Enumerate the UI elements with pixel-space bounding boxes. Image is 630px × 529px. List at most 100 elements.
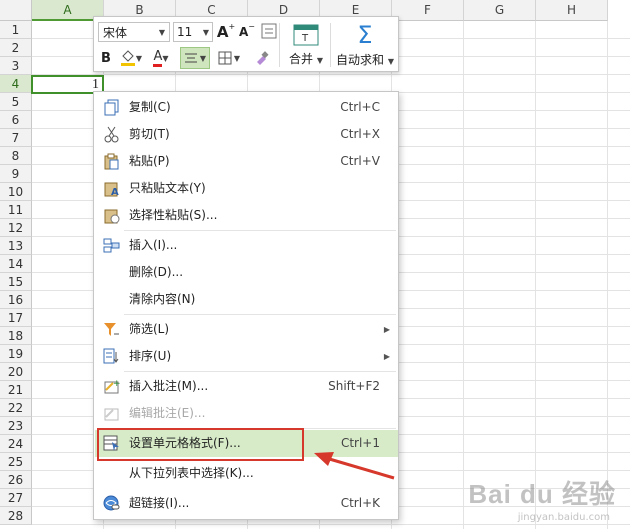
font-size-select[interactable]: 11 ▼: [173, 22, 213, 42]
menu-item-label: 插入批注(M)...: [129, 379, 209, 393]
row-header-22[interactable]: 22: [0, 399, 32, 417]
svg-text:A: A: [111, 187, 119, 197]
paste-icon: [103, 153, 120, 170]
column-header-f[interactable]: F: [392, 0, 464, 21]
row-header-13[interactable]: 13: [0, 237, 32, 255]
menu-item-paste-text-only[interactable]: A 只粘贴文本(Y): [95, 175, 398, 202]
row-header-18[interactable]: 18: [0, 327, 32, 345]
row-header-6[interactable]: 6: [0, 111, 32, 129]
menu-item-hyperlink[interactable]: 超链接(I)... Ctrl+K: [95, 490, 398, 517]
menu-item-cut[interactable]: 剪切(T) Ctrl+X: [95, 121, 398, 148]
menu-item-label: 复制(C): [129, 100, 171, 114]
merge-cells-icon: T: [293, 24, 319, 45]
menu-item-paste-special[interactable]: 选择性粘贴(S)...: [95, 202, 398, 229]
row-header-5[interactable]: 5: [0, 93, 32, 111]
row-header-2[interactable]: 2: [0, 39, 32, 57]
chevron-right-icon: ▶: [383, 325, 390, 334]
menu-item-label: 超链接(I)...: [129, 496, 190, 510]
row-header-17[interactable]: 17: [0, 309, 32, 327]
chevron-down-icon: ▼: [202, 27, 209, 37]
autosum-button[interactable]: Σ 自动求和 ▼: [334, 20, 396, 70]
plus-icon: +: [228, 21, 236, 31]
row-header-23[interactable]: 23: [0, 417, 32, 435]
mini-toolbar: 宋体 ▼ 11 ▼ A + A − B ▼ A ▼ ▼ ▼ T 合并 ▼ Σ 自…: [93, 16, 399, 72]
row-header-25[interactable]: 25: [0, 453, 32, 471]
format-painter-icon: [257, 51, 269, 65]
chevron-right-icon: ▶: [383, 352, 390, 361]
row-header-21[interactable]: 21: [0, 381, 32, 399]
menu-separator: [124, 230, 396, 231]
menu-item-edit-comment: 编辑批注(E)...: [95, 400, 398, 427]
menu-item-label: 剪切(T): [129, 127, 170, 141]
font-color-button[interactable]: A ▼: [148, 48, 174, 68]
menu-item-insert[interactable]: 插入(I)...: [95, 232, 398, 259]
watermark: Bai du 经验: [468, 479, 616, 509]
row-header-14[interactable]: 14: [0, 255, 32, 273]
paste-special-icon: [103, 207, 120, 224]
row-header-7[interactable]: 7: [0, 129, 32, 147]
menu-item-shortcut: Ctrl+X: [340, 127, 380, 141]
borders-button[interactable]: ▼: [215, 48, 243, 68]
menu-item-clear-contents[interactable]: 清除内容(N): [95, 286, 398, 313]
fill-color-button[interactable]: ▼: [118, 48, 144, 68]
row-header-8[interactable]: 8: [0, 147, 32, 165]
row-header-26[interactable]: 26: [0, 471, 32, 489]
gridline: [32, 524, 630, 525]
svg-text:T: T: [301, 33, 309, 44]
menu-item-label: 从下拉列表中选择(K)...: [129, 466, 254, 480]
row-header-1[interactable]: 1: [0, 21, 32, 39]
format-painter-button[interactable]: [252, 48, 272, 68]
column-header-h[interactable]: H: [536, 0, 608, 21]
font-name-value: 宋体: [103, 25, 128, 40]
menu-item-label: 筛选(L): [129, 322, 170, 336]
row-header-15[interactable]: 15: [0, 273, 32, 291]
row-header-19[interactable]: 19: [0, 345, 32, 363]
shrink-font-button[interactable]: A −: [237, 21, 257, 43]
toolbar-divider: [279, 23, 280, 67]
row-header-11[interactable]: 11: [0, 201, 32, 219]
filter-icon: [103, 321, 120, 338]
gridline: [32, 74, 630, 75]
column-header-g[interactable]: G: [464, 0, 536, 21]
align-center-button[interactable]: ▼: [180, 47, 210, 69]
grow-font-button[interactable]: A +: [216, 21, 236, 43]
row-header-10[interactable]: 10: [0, 183, 32, 201]
menu-item-shortcut: Ctrl+V: [340, 154, 380, 168]
chevron-down-icon: ▼: [162, 53, 169, 63]
svg-text:+: +: [113, 379, 120, 389]
wrap-text-button[interactable]: [260, 22, 278, 40]
menu-item-label: 只粘贴文本(Y): [129, 181, 206, 195]
sigma-icon: Σ: [357, 20, 373, 49]
align-center-icon: [184, 53, 197, 63]
menu-item-sort[interactable]: 排序(U) ▶: [95, 343, 398, 370]
row-header-16[interactable]: 16: [0, 291, 32, 309]
chevron-down-icon: ▼: [135, 53, 143, 63]
select-all-corner[interactable]: [0, 0, 32, 21]
menu-item-filter[interactable]: 筛选(L) ▶: [95, 316, 398, 343]
bold-button[interactable]: B: [98, 48, 114, 68]
row-header-28[interactable]: 28: [0, 507, 32, 525]
font-name-select[interactable]: 宋体 ▼: [98, 22, 170, 42]
menu-item-label: 编辑批注(E)...: [129, 406, 206, 420]
chevron-down-icon: ▼: [158, 27, 165, 37]
row-header-24[interactable]: 24: [0, 435, 32, 453]
row-header-20[interactable]: 20: [0, 363, 32, 381]
menu-item-label: 选择性粘贴(S)...: [129, 208, 218, 222]
menu-item-paste[interactable]: 粘贴(P) Ctrl+V: [95, 148, 398, 175]
menu-item-delete[interactable]: 删除(D)...: [95, 259, 398, 286]
insert-comment-icon: +: [103, 378, 121, 395]
borders-icon: [218, 51, 232, 65]
wrap-text-icon: [261, 23, 277, 39]
chevron-down-icon: ▼: [199, 53, 207, 63]
hyperlink-icon: [103, 495, 120, 512]
menu-item-copy[interactable]: 复制(C) Ctrl+C: [95, 94, 398, 121]
row-header-12[interactable]: 12: [0, 219, 32, 237]
row-header-27[interactable]: 27: [0, 489, 32, 507]
insert-icon: [103, 237, 120, 254]
menu-item-insert-comment[interactable]: + 插入批注(M)... Shift+F2: [95, 373, 398, 400]
merge-button[interactable]: T 合并 ▼: [286, 20, 326, 70]
row-header-3[interactable]: 3: [0, 57, 32, 75]
row-header-9[interactable]: 9: [0, 165, 32, 183]
chevron-down-icon: ▼: [387, 56, 394, 66]
row-header-4[interactable]: 4: [0, 75, 32, 93]
